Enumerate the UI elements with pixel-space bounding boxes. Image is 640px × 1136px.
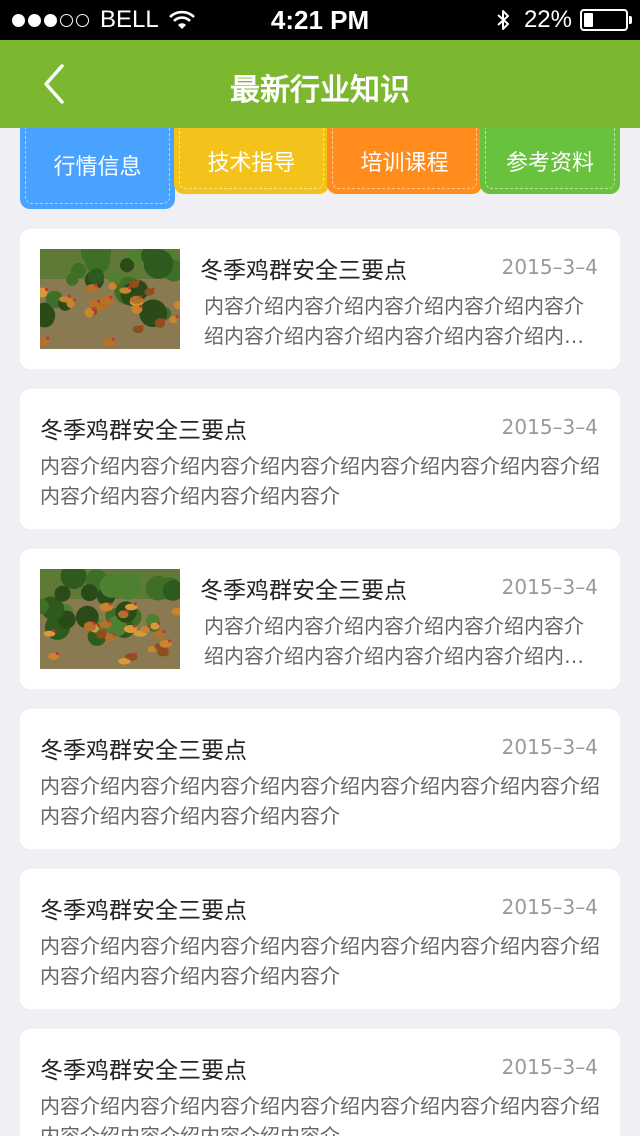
article-card[interactable]: 冬季鸡群安全三要点 2015–3–4 内容介绍内容介绍内容介绍内容介绍内容介绍内…: [20, 549, 620, 689]
article-date: 2015–3–4: [501, 895, 598, 919]
chickens-in-garden-photo: [40, 569, 180, 669]
article-date: 2015–3–4: [501, 415, 598, 439]
article-summary: 内容介绍内容介绍内容介绍内容介绍内容介绍内容介绍内容介绍内容介绍内容介绍内容介.…: [204, 614, 584, 668]
article-card[interactable]: 冬季鸡群安全三要点 2015–3–4 内容介绍内容介绍内容介绍内容介绍内容介绍内…: [20, 709, 620, 849]
chickens-in-garden-photo: [40, 249, 180, 349]
article-title: 冬季鸡群安全三要点: [40, 1058, 247, 1084]
tab-label: 技术指导: [207, 151, 296, 176]
tab-label: 参考资料: [505, 151, 594, 176]
article-card[interactable]: 冬季鸡群安全三要点 2015–3–4 内容介绍内容介绍内容介绍内容介绍内容介绍内…: [20, 1029, 620, 1136]
battery-percent: 22%: [523, 6, 572, 33]
article-title: 冬季鸡群安全三要点: [200, 578, 407, 604]
nav-bar: 最新行业知识: [0, 40, 640, 128]
article-summary: 内容介绍内容介绍内容介绍内容介绍内容介绍内容介绍内容介绍内容介绍内容介绍内容介绍…: [40, 934, 600, 988]
article-thumbnail: [40, 569, 180, 669]
tab-reference[interactable]: 参考资料: [480, 128, 620, 194]
article-title: 冬季鸡群安全三要点: [40, 738, 247, 764]
article-date: 2015–3–4: [501, 575, 598, 599]
tab-market-info[interactable]: 行情信息: [20, 128, 175, 209]
article-thumbnail: [40, 249, 180, 349]
article-date: 2015–3–4: [501, 255, 598, 279]
article-date: 2015–3–4: [501, 735, 598, 759]
article-summary: 内容介绍内容介绍内容介绍内容介绍内容介绍内容介绍内容介绍内容介绍内容介绍内容介绍…: [40, 774, 600, 828]
page-title: 最新行业知识: [230, 73, 410, 108]
tab-tech-guide[interactable]: 技术指导: [174, 128, 329, 194]
article-card[interactable]: 冬季鸡群安全三要点 2015–3–4 内容介绍内容介绍内容介绍内容介绍内容介绍内…: [20, 869, 620, 1009]
tab-label: 培训课程: [360, 151, 449, 176]
article-card[interactable]: 冬季鸡群安全三要点 2015–3–4 内容介绍内容介绍内容介绍内容介绍内容介绍内…: [20, 389, 620, 529]
category-tabs: 行情信息 技术指导 培训课程 参考资料: [0, 128, 640, 210]
article-summary: 内容介绍内容介绍内容介绍内容介绍内容介绍内容介绍内容介绍内容介绍内容介绍内容介绍…: [40, 454, 600, 508]
article-date: 2015–3–4: [501, 1055, 598, 1079]
tab-label: 行情信息: [53, 155, 142, 180]
status-bar-right: 22%: [496, 6, 632, 34]
status-bar: BELL 4:21 PM 22%: [0, 0, 640, 40]
tab-training[interactable]: 培训课程: [327, 128, 482, 194]
article-title: 冬季鸡群安全三要点: [200, 258, 407, 284]
article-summary: 内容介绍内容介绍内容介绍内容介绍内容介绍内容介绍内容介绍内容介绍内容介绍内容介绍…: [40, 1094, 600, 1136]
article-card[interactable]: 冬季鸡群安全三要点 2015–3–4 内容介绍内容介绍内容介绍内容介绍内容介绍内…: [20, 229, 620, 369]
bluetooth-icon: [497, 10, 509, 30]
article-title: 冬季鸡群安全三要点: [40, 418, 247, 444]
article-summary: 内容介绍内容介绍内容介绍内容介绍内容介绍内容介绍内容介绍内容介绍内容介绍内容介.…: [204, 294, 584, 348]
battery-icon: [580, 9, 632, 31]
article-title: 冬季鸡群安全三要点: [40, 898, 247, 924]
